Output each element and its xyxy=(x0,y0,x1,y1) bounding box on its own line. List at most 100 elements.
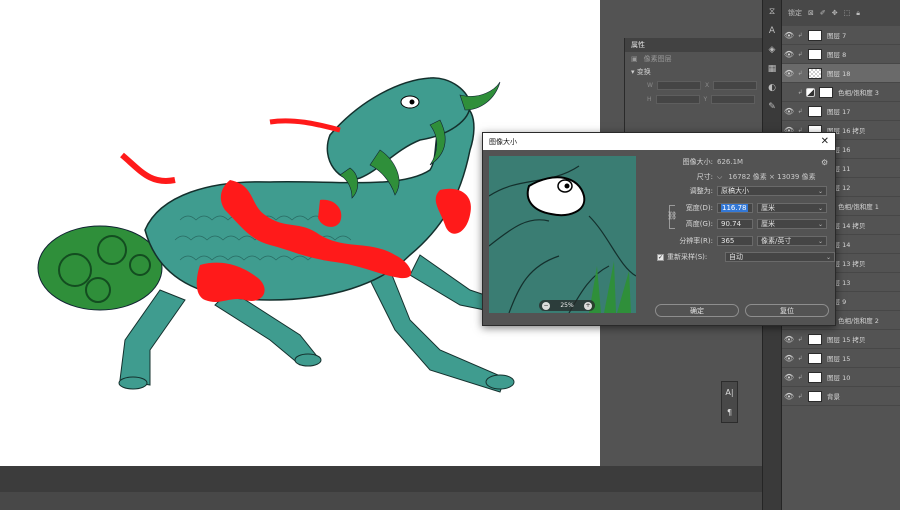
resolution-unit-select[interactable]: 像素/英寸 ⌄ xyxy=(757,236,827,246)
zoom-out-button[interactable]: − xyxy=(542,301,550,310)
eye-icon[interactable]: 👁︎ xyxy=(782,373,796,382)
hue-saturation-icon xyxy=(806,87,815,97)
lock-label: 锁定 xyxy=(788,9,802,17)
chevron-down-icon: ⌄ xyxy=(817,220,823,228)
zoom-in-button[interactable]: + xyxy=(584,301,592,310)
height-value: 90.74 xyxy=(721,220,742,228)
close-icon[interactable]: ✕ xyxy=(821,136,829,147)
resolution-value: 365 xyxy=(721,237,735,245)
layer-name: 图层 8 xyxy=(827,51,847,59)
paragraph-panel-icon[interactable]: ¶ xyxy=(727,408,732,417)
properties-icon[interactable]: ▦ xyxy=(765,62,779,76)
layer-thumbnail xyxy=(808,390,822,402)
height-input[interactable]: 90.74 xyxy=(717,219,753,229)
clip-icon: ↲ xyxy=(797,335,803,343)
dimensions-label: 尺寸: xyxy=(696,173,713,181)
layer-thumbnail xyxy=(808,67,822,79)
gear-icon[interactable]: ⚙ xyxy=(821,158,828,167)
fit-label: 调整为: xyxy=(689,187,713,195)
adjustments-icon[interactable]: ◐ xyxy=(765,81,779,95)
layer-row[interactable]: 👁︎ ↲ 图层 10 xyxy=(782,368,900,387)
layer-thumbnail xyxy=(808,105,822,117)
h-field[interactable] xyxy=(655,94,700,104)
image-size-label: 图像大小: xyxy=(682,158,713,166)
eye-icon[interactable]: 👁︎ xyxy=(782,69,796,78)
zoom-control: − 25% + xyxy=(539,300,595,311)
image-size-dialog: 图像大小 ✕ − 25% + 图像大小: 626.1M ⚙ 尺寸: ⌵ 1678… xyxy=(482,132,836,326)
layer-row[interactable]: 👁︎ ↲ 图层 15 xyxy=(782,349,900,368)
properties-header: 属性 xyxy=(625,38,762,52)
eye-icon[interactable]: 👁︎ xyxy=(782,107,796,116)
character-icon[interactable]: A xyxy=(765,24,779,38)
layer-row[interactable]: 👁︎ ↲ 图层 15 拷贝 xyxy=(782,330,900,349)
layer-name: 图层 15 xyxy=(827,355,851,363)
clip-icon: ↲ xyxy=(797,50,803,58)
width-unit: 厘米 xyxy=(761,204,775,212)
history-icon[interactable]: ⧖ xyxy=(765,5,779,19)
resample-select[interactable]: 自动 ⌄ xyxy=(725,252,835,262)
layer-name: 背景 xyxy=(827,393,840,401)
hy-row: H Y xyxy=(625,92,762,106)
layer-name: 图层 17 xyxy=(827,108,851,116)
mini-palette: A| ¶ xyxy=(721,381,738,423)
layer-row[interactable]: 👁︎ ↲ 图层 7 xyxy=(782,26,900,45)
resolution-row: 分辨率(R): 365 像素/英寸 ⌄ xyxy=(643,235,827,247)
resample-value: 自动 xyxy=(729,253,743,261)
dialog-titlebar[interactable]: 图像大小 ✕ xyxy=(483,133,835,150)
layer-name: 图层 18 xyxy=(827,70,851,78)
layer-thumbnail xyxy=(808,29,822,41)
ok-button[interactable]: 确定 xyxy=(655,304,739,317)
clip-icon: ↲ xyxy=(797,88,803,96)
preview-pane[interactable]: − 25% + xyxy=(489,156,636,313)
brush-icon[interactable]: ✐ xyxy=(820,9,826,17)
zoom-value: 25% xyxy=(560,302,574,309)
w-field[interactable] xyxy=(656,80,701,90)
transform-label: 变换 xyxy=(636,68,651,76)
clip-icon: ↲ xyxy=(797,354,803,362)
layer-row[interactable]: 👁︎ ↲ 背景 xyxy=(782,387,900,406)
clip-icon: ↲ xyxy=(797,373,803,381)
paths-icon[interactable]: ✎ xyxy=(765,100,779,114)
width-input[interactable]: 116.78 xyxy=(717,203,753,213)
resample-checkbox[interactable]: ✓ xyxy=(657,253,664,261)
y-label: Y xyxy=(703,95,708,103)
eye-icon[interactable]: 👁︎ xyxy=(782,31,796,40)
resolution-label: 分辨率(R): xyxy=(679,237,713,245)
resolution-input[interactable]: 365 xyxy=(717,236,753,246)
width-unit-select[interactable]: 厘米 ⌄ xyxy=(757,203,827,213)
layers-toolbar: 锁定 ⊠ ✐ ✥ ⬚ 🔒︎ xyxy=(782,0,900,26)
eye-icon[interactable]: 👁︎ xyxy=(782,50,796,59)
lock-icon[interactable]: 🔒︎ xyxy=(856,9,860,18)
layers-icon[interactable]: ◈ xyxy=(765,43,779,57)
character-panel-icon[interactable]: A| xyxy=(725,388,733,397)
h-label: H xyxy=(647,95,652,103)
chevron-down-icon: ⌄ xyxy=(817,237,823,245)
fit-select[interactable]: 原稿大小 ⌄ xyxy=(717,186,827,196)
lock-pixels-icon[interactable]: ⊠ xyxy=(808,9,814,17)
eye-icon[interactable]: 👁︎ xyxy=(782,392,796,401)
clip-icon: ↲ xyxy=(797,392,803,400)
chevron-down-icon[interactable]: ⌵ xyxy=(717,173,722,182)
height-unit-select[interactable]: 厘米 ⌄ xyxy=(757,219,827,229)
properties-type: ▣ 像素图层 xyxy=(625,52,762,66)
layer-row[interactable]: 👁︎ ↲ 图层 18 xyxy=(782,64,900,83)
artboard-icon[interactable]: ⬚ xyxy=(844,9,851,17)
layer-row[interactable]: 👁︎ ↲ 图层 17 xyxy=(782,102,900,121)
reset-button[interactable]: 复位 xyxy=(745,304,829,317)
dimensions-row: 尺寸: ⌵ 16782 像素 × 13039 像素 xyxy=(643,171,816,183)
transform-section[interactable]: ▾ 变换 xyxy=(625,66,762,78)
layer-name: 色相/饱和度 1 xyxy=(838,203,879,211)
move-icon[interactable]: ✥ xyxy=(832,9,838,17)
y-field[interactable] xyxy=(711,94,756,104)
layer-row[interactable]: 👁︎ ↲ 图层 8 xyxy=(782,45,900,64)
layer-name: 色相/饱和度 2 xyxy=(838,317,879,325)
layer-row[interactable]: ↲ 色相/饱和度 3 xyxy=(782,83,900,102)
eye-icon[interactable]: 👁︎ xyxy=(782,354,796,363)
width-row: 宽度(D): 116.78 厘米 ⌄ xyxy=(643,202,827,214)
tail-cloud xyxy=(37,225,163,311)
clip-icon: ↲ xyxy=(797,31,803,39)
x-field[interactable] xyxy=(713,80,758,90)
width-label: 宽度(D): xyxy=(685,204,713,212)
eye-icon[interactable]: 👁︎ xyxy=(782,335,796,344)
reset-label: 复位 xyxy=(780,306,794,315)
